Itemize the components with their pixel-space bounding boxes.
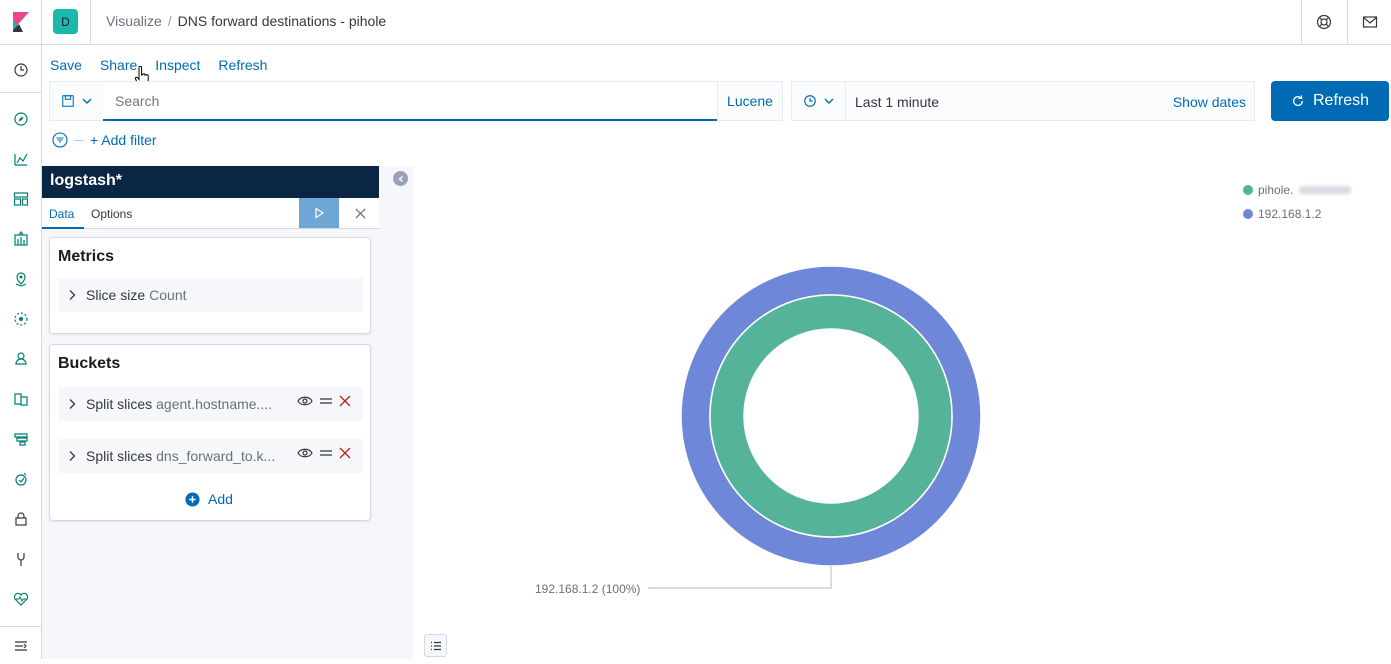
tab-options[interactable]: Options [91, 207, 132, 221]
legend-label: 192.168.1.2 [1258, 207, 1322, 221]
index-pattern-title: logstash* [42, 166, 379, 198]
add-filter-button[interactable]: + Add filter [90, 132, 157, 148]
eye-icon[interactable] [297, 395, 313, 407]
top-nav-menu: Save Share Inspect Refresh [50, 57, 267, 73]
mail-icon[interactable] [1347, 0, 1391, 44]
dashboard-icon[interactable] [0, 184, 42, 214]
refresh-button-label: Refresh [1312, 92, 1370, 109]
apply-changes-button[interactable] [299, 198, 339, 228]
save-disk-icon [61, 95, 74, 107]
chevron-down-icon [824, 98, 833, 104]
metric-agg-row[interactable]: Slice size Count [58, 278, 363, 312]
logs-icon[interactable] [0, 384, 42, 414]
saved-query-button[interactable] [49, 81, 104, 121]
date-range-field[interactable]: Last 1 minute Show dates [845, 81, 1255, 121]
infrastructure-icon[interactable] [0, 344, 42, 374]
drag-handle-icon[interactable] [319, 448, 333, 458]
metrics-panel: Metrics Slice size Count [49, 237, 371, 334]
bucket-agg-label: Split slices [86, 396, 153, 412]
breadcrumb-visualize[interactable]: Visualize [106, 13, 162, 29]
pie-slice-inner[interactable] [709, 294, 953, 538]
bucket-agg-value: agent.hostname.... [156, 396, 273, 412]
refresh-button[interactable]: Refresh [1271, 81, 1389, 121]
search-input-wrapper [103, 81, 718, 121]
slice-data-label: 192.168.1.2 (100%) [535, 582, 641, 596]
dev-tools-icon[interactable] [0, 544, 42, 574]
legend-toggle-button[interactable] [424, 634, 447, 657]
legend-item[interactable]: pihole. [1243, 178, 1352, 202]
refresh-icon [1292, 95, 1304, 107]
play-icon [315, 207, 325, 219]
buckets-panel: Buckets Split slices agent.hostname.... … [49, 344, 371, 521]
canvas-icon[interactable] [0, 224, 42, 254]
recently-viewed-icon[interactable] [0, 55, 42, 85]
machine-learning-icon[interactable] [0, 304, 42, 334]
maps-icon[interactable] [0, 264, 42, 294]
collapse-nav-icon[interactable] [0, 631, 42, 661]
legend-label: pihole. [1258, 183, 1294, 197]
bucket-agg-row[interactable]: Split slices agent.hostname.... [58, 387, 363, 421]
uptime-icon[interactable] [0, 464, 42, 494]
siem-icon[interactable] [0, 504, 42, 534]
help-icon[interactable] [1301, 0, 1345, 44]
breadcrumb: Visualize / DNS forward destinations - p… [106, 13, 386, 29]
legend-item[interactable]: 192.168.1.2 [1243, 202, 1351, 226]
breadcrumb-separator: / [167, 13, 172, 29]
discover-icon[interactable] [0, 104, 42, 134]
metric-agg-label: Slice size [86, 287, 146, 303]
filter-options-icon[interactable] [52, 132, 68, 148]
close-icon [354, 207, 366, 219]
query-language-button[interactable]: Lucene [717, 81, 783, 121]
chevron-right-icon[interactable] [58, 398, 86, 410]
inspect-link[interactable]: Inspect [155, 57, 200, 73]
filter-bar: + Add filter [52, 132, 157, 148]
remove-x-icon[interactable] [339, 447, 351, 459]
time-range-label: Last 1 minute [855, 94, 940, 110]
bucket-agg-label: Split slices [86, 448, 153, 464]
show-dates-link[interactable]: Show dates [1173, 94, 1246, 110]
chevron-right-icon[interactable] [58, 289, 86, 301]
chevron-right-icon[interactable] [58, 450, 86, 462]
add-bucket-label: Add [208, 491, 233, 507]
add-bucket-button[interactable]: Add [185, 491, 233, 507]
search-input[interactable] [103, 82, 718, 119]
buckets-title: Buckets [58, 355, 121, 372]
plus-circle-icon [185, 491, 200, 507]
quick-date-menu-button[interactable] [791, 81, 846, 121]
save-link[interactable]: Save [50, 57, 82, 73]
eye-icon[interactable] [297, 447, 313, 459]
metric-agg-value: Count [149, 287, 187, 303]
metrics-title: Metrics [58, 248, 115, 265]
kibana-logo-icon[interactable] [0, 0, 42, 45]
collapse-sidebar-icon[interactable] [393, 171, 408, 186]
list-icon [430, 641, 441, 650]
legend-dot [1243, 185, 1253, 195]
remove-x-icon[interactable] [339, 395, 351, 407]
visualize-icon[interactable] [0, 144, 42, 174]
chevron-down-icon [82, 98, 91, 104]
legend-dot [1243, 209, 1253, 219]
space-avatar[interactable]: D [53, 9, 78, 34]
monitoring-icon[interactable] [0, 584, 42, 614]
drag-handle-icon[interactable] [319, 396, 333, 406]
clock-icon [803, 95, 816, 107]
apm-icon[interactable] [0, 424, 42, 454]
share-link[interactable]: Share [100, 57, 137, 73]
tab-data[interactable]: Data [49, 207, 74, 221]
slice-label-leader-line [648, 566, 832, 589]
chart-legend: pihole. 192.168.1.2 [1243, 178, 1352, 226]
refresh-link[interactable]: Refresh [218, 57, 267, 73]
editor-tabs: Data Options [42, 198, 379, 229]
bucket-agg-value: dns_forward_to.k... [156, 448, 276, 464]
page-title: DNS forward destinations - pihole [177, 13, 387, 29]
bucket-agg-row[interactable]: Split slices dns_forward_to.k... [58, 439, 363, 473]
side-nav [0, 0, 42, 659]
discard-changes-button[interactable] [342, 198, 378, 228]
header-bar: D Visualize / DNS forward destinations -… [42, 0, 1391, 45]
